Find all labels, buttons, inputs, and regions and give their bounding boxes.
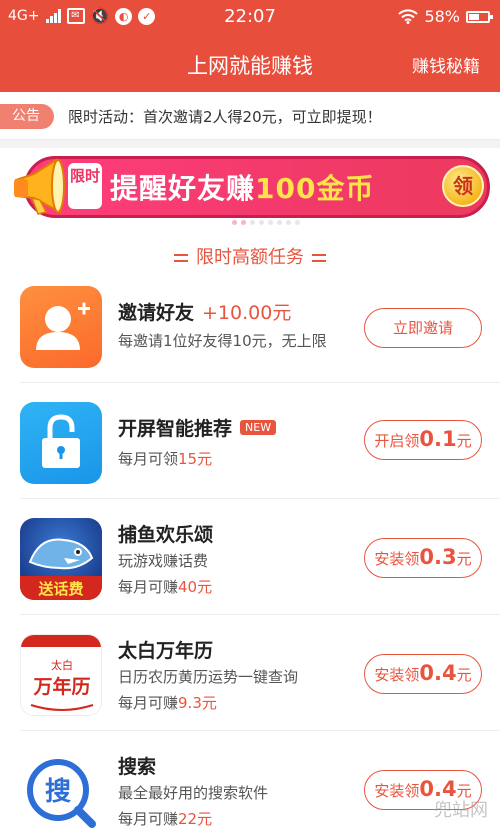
install-claim-button[interactable]: 安装领0.4元 <box>364 654 482 694</box>
svg-text:万年历: 万年历 <box>32 675 90 698</box>
status-right: 58% <box>398 7 493 26</box>
limited-time-tag: 限时 <box>68 163 102 209</box>
announcement-bar[interactable]: 公告 限时活动：首次邀请2人得20元，可立即提现！ <box>0 92 500 140</box>
task-splash-recommend: 开屏智能推荐 NEW 每月可领15元 开启领0.1元 <box>0 382 500 498</box>
task-calendar-app: 太白 万年历 太白万年历 日历农历黄历运势一键查询 每月可赚9.3元 安装领0.… <box>0 614 500 730</box>
task-panel: 限时 提醒好友赚100金币 领 限时高额任务 邀请好友 +10.00元 每邀请1位… <box>0 148 500 828</box>
banner-headline: 提醒好友赚100金币 <box>110 167 374 207</box>
invite-now-button[interactable]: 立即邀请 <box>364 308 482 348</box>
add-user-icon <box>20 286 102 368</box>
section-title-text: 限时高额任务 <box>196 247 304 268</box>
task-name: 开屏智能推荐 NEW <box>118 414 277 441</box>
battery-percent: 58% <box>424 7 460 26</box>
announcement-text: 限时活动：首次邀请2人得20元，可立即提现！ <box>68 108 382 126</box>
task-invite-friends: 邀请好友 +10.00元 每邀请1位好友得10元，无上限 立即邀请 <box>0 266 500 382</box>
new-badge: NEW <box>240 420 277 435</box>
svg-text:太白: 太白 <box>51 658 73 672</box>
task-monthly: 每月可赚22元 <box>118 810 213 828</box>
enable-claim-button[interactable]: 开启领0.1元 <box>364 420 482 460</box>
install-claim-button[interactable]: 安装领0.3元 <box>364 538 482 578</box>
task-name: 邀请好友 +10.00元 <box>118 302 292 324</box>
claim-coin-button[interactable]: 领 <box>442 165 484 207</box>
task-description: 玩游戏赚话费 <box>118 552 209 570</box>
task-search-app: 搜 搜索 最全最好用的搜索软件 每月可赚22元 安装领0.4元 <box>0 730 500 828</box>
task-name: 搜索 <box>118 756 157 778</box>
task-monthly: 每月可赚9.3元 <box>118 694 217 712</box>
search-app-icon: 搜 <box>20 750 102 828</box>
earning-tips-link[interactable]: 赚钱秘籍 <box>412 52 480 77</box>
svg-text:送话费: 送话费 <box>37 580 83 598</box>
task-fishing-game: 送话费 捕鱼欢乐颂 玩游戏赚话费 每月可赚40元 安装领0.3元 <box>0 498 500 614</box>
status-bar: 4G+ ✉ 🔇 ◐ ✓ 22:07 58% <box>0 0 500 36</box>
megaphone-icon <box>14 158 65 215</box>
wifi-icon <box>398 9 419 24</box>
banner-text-highlight: 100金币 <box>255 172 375 205</box>
task-monthly: 每月可领15元 <box>118 450 213 468</box>
fishing-game-icon: 送话费 <box>20 518 102 600</box>
banner-text-prefix: 提醒好友赚 <box>110 172 256 205</box>
battery-level <box>469 13 479 20</box>
app-header: 上网就能赚钱 赚钱秘籍 <box>0 36 500 92</box>
banner-pagination <box>232 220 300 225</box>
svg-text:搜: 搜 <box>45 777 71 807</box>
announcement-badge: 公告 <box>0 104 54 129</box>
task-description: 每邀请1位好友得10元，无上限 <box>118 332 327 350</box>
promo-banner[interactable]: 限时 提醒好友赚100金币 领 <box>10 154 490 225</box>
watermark: 兜站网 <box>434 800 488 821</box>
task-description: 最全最好用的搜索软件 <box>118 784 269 802</box>
task-description: 日历农历黄历运势一键查询 <box>118 668 299 686</box>
task-reward: +10.00元 <box>202 302 292 324</box>
task-monthly: 每月可赚40元 <box>118 578 213 596</box>
unlock-icon <box>20 402 102 484</box>
battery-icon <box>466 10 493 23</box>
task-name: 太白万年历 <box>118 640 214 662</box>
task-name: 捕鱼欢乐颂 <box>118 524 214 546</box>
calendar-app-icon: 太白 万年历 <box>20 634 102 716</box>
